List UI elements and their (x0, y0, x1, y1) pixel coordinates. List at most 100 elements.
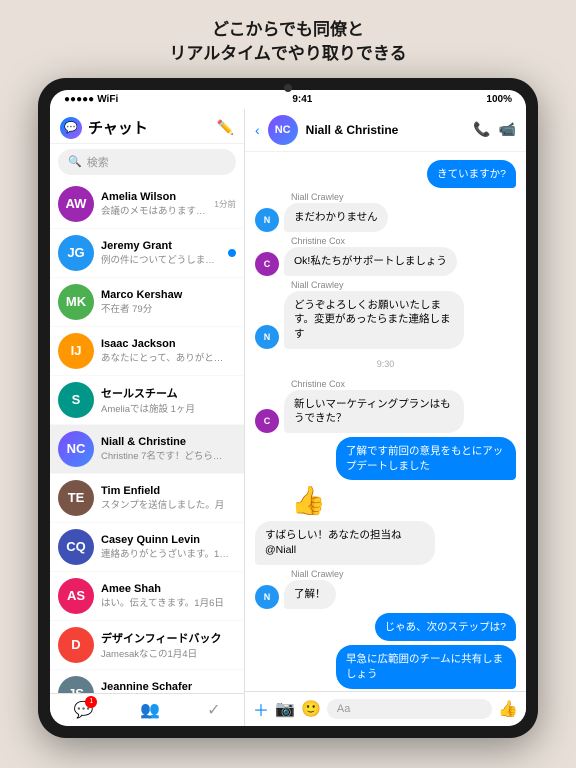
message-wrapper: 早急に広範囲のチームに共有しましょう (255, 645, 516, 688)
chat-info: Niall & Christine Christine 7名です！どちらから私の… (101, 436, 229, 462)
message-bubble: 了解！ (284, 580, 336, 609)
avatar: S (58, 382, 94, 418)
avatar: AW (58, 186, 94, 222)
chat-item[interactable]: MK Marco Kershaw 不在者 79分 (50, 278, 244, 327)
message-wrapper: きていますか? (255, 160, 516, 189)
battery-level: 100% (486, 94, 512, 105)
camera-icon[interactable]: 📷 (275, 699, 295, 719)
chat-list-scroll[interactable]: AW Amelia Wilson 会議のメモはありますか? 1分前 JG Jer… (50, 180, 244, 693)
chat-item[interactable]: IJ Isaac Jackson あなたにとって、ありがとう 8:24 (50, 327, 244, 376)
avatar: AS (58, 578, 94, 614)
message-bubble: 了解です前回の意見をもとにアップデートしました (336, 437, 516, 480)
chat-info: Tim Enfield スタンプを送信しました。月 (101, 485, 229, 511)
messages-area[interactable]: きていますか? Niall CrawleyNまだわかりませんChristine C… (245, 152, 526, 691)
chat-meta (228, 249, 236, 257)
msg-avatar: C (255, 252, 279, 276)
messenger-logo: 💬 (60, 117, 82, 139)
chat-item[interactable]: AW Amelia Wilson 会議のメモはありますか? 1分前 (50, 180, 244, 229)
conv-header: ‹ NC Niall & Christine 📞 📹 (245, 109, 526, 152)
message-bubble: まだわかりません (284, 203, 388, 232)
chat-preview: 不在者 79分 (101, 301, 229, 315)
nav-chats-icon[interactable]: 💬 1 (73, 700, 93, 720)
chat-item[interactable]: JG Jeremy Grant 例の件についてどうしま… (50, 229, 244, 278)
nav-people-icon[interactable]: 👥 (140, 700, 160, 720)
bottom-nav: 💬 1 👥 ✓ (50, 693, 244, 726)
chat-preview: 会議のメモはありますか? (101, 203, 207, 217)
status-bar: ●●●●● WiFi 9:41 100% (50, 90, 526, 109)
tablet-screen: ●●●●● WiFi 9:41 100% 💬 チャット ✏️ (50, 90, 526, 726)
plus-icon[interactable]: ＋ (253, 697, 269, 721)
message-wrapper: Christine CoxCOk!私たちがサポートしましょう (255, 236, 516, 276)
camera (284, 84, 292, 92)
msg-avatar: C (255, 409, 279, 433)
compose-new-icon[interactable]: ✏️ (217, 119, 234, 136)
conv-title: Niall & Christine (306, 123, 465, 137)
message-wrapper: Niall CrawleyN了解！ (255, 569, 516, 609)
search-bar[interactable]: 🔍 検索 (58, 149, 236, 175)
message-bubble: すばらしい！あなたの担当ね@Niall (255, 521, 435, 564)
message-bubble: 新しいマーケティングプランはもうできた？ (284, 390, 464, 433)
chat-info: Amelia Wilson 会議のメモはありますか? (101, 191, 207, 217)
signal-strength: ●●●●● (64, 94, 94, 105)
chat-item[interactable]: NC Niall & Christine Christine 7名です！どちらか… (50, 425, 244, 474)
chat-badge: 1 (85, 696, 97, 708)
thumbs-up-send[interactable]: 👍 (498, 699, 518, 719)
chat-info: デザインフィードバック Jamesakなこの1月4日 (101, 630, 229, 660)
chat-name: Tim Enfield (101, 485, 229, 497)
nav-active-icon[interactable]: ✓ (207, 700, 220, 720)
chat-name: Niall & Christine (101, 436, 229, 448)
compose-bar: ＋ 📷 🙂 Aa 👍 (245, 691, 526, 726)
compose-input[interactable]: Aa (327, 699, 492, 719)
message-wrapper: Niall CrawleyNまだわかりません (255, 192, 516, 232)
avatar: CQ (58, 529, 94, 565)
chat-item[interactable]: D デザインフィードバック Jamesakなこの1月4日 (50, 621, 244, 670)
chat-preview: 連絡ありがとうざいます。1月19日 (101, 546, 229, 560)
thumbs-up-message: 👍 (291, 484, 516, 517)
status-time: 9:41 (292, 94, 312, 105)
conversation-panel: ‹ NC Niall & Christine 📞 📹 きていますか? Niall … (245, 109, 526, 726)
chat-meta: 1分前 (214, 198, 236, 210)
conv-actions: 📞 📹 (473, 121, 516, 138)
emoji-icon[interactable]: 🙂 (301, 699, 321, 719)
msg-row: COk!私たちがサポートしましょう (255, 247, 516, 276)
chat-info: Amee Shah はい。伝えてきます。1月6日 (101, 583, 229, 609)
chat-preview: あなたにとって、ありがとう 8:24 (101, 350, 229, 364)
msg-row: きていますか? (255, 160, 516, 189)
msg-row: C新しいマーケティングプランはもうできた？ (255, 390, 516, 433)
chat-info: Isaac Jackson あなたにとって、ありがとう 8:24 (101, 338, 229, 364)
chat-name: セールスチーム (101, 385, 229, 401)
avatar: NC (58, 431, 94, 467)
video-icon[interactable]: 📹 (499, 121, 516, 138)
avatar: D (58, 627, 94, 663)
chat-item[interactable]: TE Tim Enfield スタンプを送信しました。月 (50, 474, 244, 523)
avatar: JS (58, 676, 94, 693)
chat-preview: はい。伝えてきます。1月6日 (101, 595, 229, 609)
chat-name: デザインフィードバック (101, 630, 229, 646)
chat-item[interactable]: CQ Casey Quinn Levin 連絡ありがとうざいます。1月19日 (50, 523, 244, 572)
call-icon[interactable]: 📞 (473, 121, 490, 138)
app-banner: どこからでも同僚と リアルタイムでやり取りできる (0, 0, 576, 78)
chat-info: Casey Quinn Levin 連絡ありがとうざいます。1月19日 (101, 534, 229, 560)
message-bubble: Ok!私たちがサポートしましょう (284, 247, 457, 276)
msg-row: 早急に広範囲のチームに共有しましょう (255, 645, 516, 688)
chat-preview: 例の件についてどうしま… (101, 252, 221, 266)
chat-name: Marco Kershaw (101, 289, 229, 301)
chat-info: Jeannine Schafer なな：おかわ：12月21日 (101, 681, 229, 693)
chat-item[interactable]: JS Jeannine Schafer なな：おかわ：12月21日 (50, 670, 244, 693)
chat-preview: Jamesakなこの1月4日 (101, 646, 229, 660)
message-wrapper: すばらしい！あなたの担当ね@Niall (255, 521, 516, 564)
chat-item[interactable]: AS Amee Shah はい。伝えてきます。1月6日 (50, 572, 244, 621)
msg-row: Nまだわかりません (255, 203, 516, 232)
chat-item[interactable]: S セールスチーム Ameliaでは施設 1ヶ月 (50, 376, 244, 425)
message-bubble: きていますか? (427, 160, 516, 189)
chat-preview: スタンプを送信しました。月 (101, 497, 229, 511)
avatar: MK (58, 284, 94, 320)
message-bubble: どうぞよろしくお願いいたします。変更があったらまた連絡します (284, 291, 464, 349)
back-button[interactable]: ‹ (255, 122, 260, 138)
chat-name: Isaac Jackson (101, 338, 229, 350)
avatar: TE (58, 480, 94, 516)
unread-dot (228, 249, 236, 257)
time-divider: 9:30 (255, 359, 516, 369)
status-right: 100% (486, 94, 512, 105)
status-left: ●●●●● WiFi (64, 94, 118, 105)
